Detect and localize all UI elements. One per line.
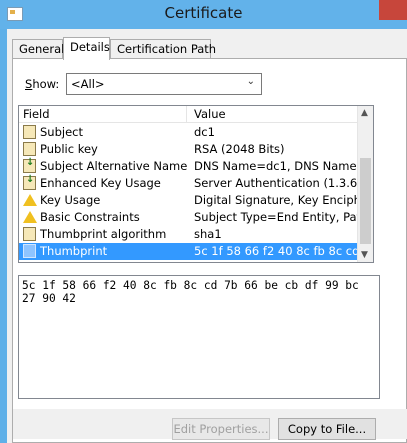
list-item[interactable]: Thumbprint 5c 1f 58 66 f2 40 8c fb 8c cd … [19,243,359,260]
field-name: Subject [40,125,83,139]
field-name: Thumbprint [40,244,108,258]
field-value-text: 5c 1f 58 66 f2 40 8c fb 8c cd 7b 66 be c… [22,279,366,305]
field-value: Subject Type=End Entity, Pat... [194,210,359,224]
list-item[interactable]: Public key RSA (2048 Bits) [19,141,359,158]
field-value-textbox[interactable]: 5c 1f 58 66 f2 40 8c fb 8c cd 7b 66 be c… [18,275,380,399]
list-item[interactable]: Basic Constraints Subject Type=End Entity… [19,209,359,226]
list-rows: Subjectdc1Public keyRSA (2048 Bits)Subje… [19,124,359,260]
warning-icon [23,194,37,206]
show-label: Show: [25,77,60,91]
title-bar[interactable]: Certificate [0,0,407,29]
certificate-window: Certificate General Details Certificatio… [0,0,407,443]
field-value: Digital Signature, Key Encipher... [194,193,359,207]
tab-certification-path[interactable]: Certification Path [110,39,216,59]
field-name: Key Usage [40,193,101,207]
list-item[interactable]: Enhanced Key Usage Server Authentication … [19,174,359,192]
details-panel: Show: <All> ⌄ Field Value Subject dc1 Publ… [12,58,407,443]
edit-properties-button[interactable]: Edit Properties... [172,418,270,440]
field-name: Enhanced Key Usage [40,176,161,190]
show-dropdown[interactable]: <All> ⌄ [66,73,262,95]
field-name: Subject Alternative Name [40,159,188,173]
field-value: dc1 [194,125,215,139]
button-row: Edit Properties... Copy to File... [13,409,407,440]
scrollbar-thumb[interactable] [360,158,371,244]
field-name: Basic Constraints [40,210,140,224]
certificate-field-icon [23,227,36,241]
scroll-down-arrow-icon[interactable]: ▼ [361,250,368,260]
list-item[interactable]: Subject Alternative Name DNS Name=dc1, DN… [19,157,359,175]
show-selected-value: <All> [71,77,105,91]
field-value: 5c 1f 58 66 f2 40 8c fb 8c cd 7... [194,244,359,258]
field-name: Thumbprint algorithm [40,227,167,241]
column-header-value[interactable]: Value [194,107,226,121]
field-value: sha1 [194,227,222,241]
scroll-up-arrow-icon[interactable]: ▲ [361,108,368,118]
dialog-client: General Details Certification Path Show:… [7,29,407,443]
warning-icon [23,211,37,223]
list-header: Field Value [19,106,359,123]
tab-general[interactable]: General [12,39,64,59]
close-button[interactable] [379,0,407,20]
column-header-field[interactable]: Field [23,107,50,121]
certificate-field-icon [23,244,36,258]
certificate-field-icon [23,142,36,156]
fields-list[interactable]: Field Value Subject dc1 Public key RSA (204… [18,105,374,263]
field-name: Public key [40,142,98,156]
column-divider[interactable] [186,106,187,123]
vertical-scrollbar[interactable]: ▲ ▼ [357,106,373,262]
list-item[interactable]: Subject dc1 [19,124,359,141]
field-value: RSA (2048 Bits) [194,142,285,156]
chevron-down-icon: ⌄ [246,76,255,87]
extension-icon [23,157,36,173]
field-value: Server Authentication (1.3.6.... [194,176,359,190]
extension-icon [23,174,36,190]
tab-details[interactable]: Details [63,37,110,60]
certificate-field-icon [23,125,36,139]
window-title: Certificate [164,4,243,22]
list-item[interactable]: Key Usage Digital Signature, Key Encipher… [19,192,359,209]
field-value: DNS Name=dc1, DNS Name=d... [194,159,359,173]
copy-to-file-button[interactable]: Copy to File... [278,418,376,440]
list-item[interactable]: Thumbprint algorithm sha1 [19,226,359,243]
